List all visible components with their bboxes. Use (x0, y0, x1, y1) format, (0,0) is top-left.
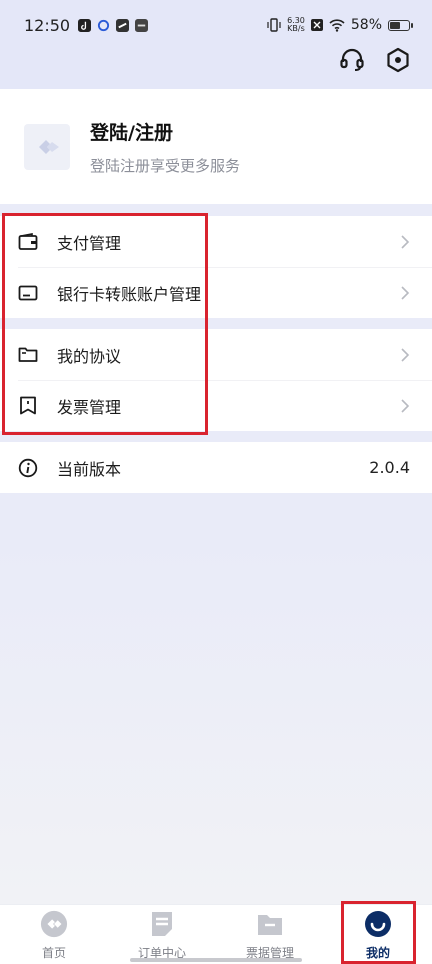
menu-item-label: 发票管理 (57, 397, 122, 417)
settings-hexagon-icon (387, 47, 409, 73)
app-notification-icon (98, 19, 110, 31)
menu-item-invoice-management[interactable]: 发票管理 (0, 380, 432, 431)
no-sim-icon (310, 19, 323, 31)
avatar (24, 123, 70, 170)
tab-ticket-management[interactable]: 票据管理 (216, 905, 324, 964)
tab-mine[interactable]: 我的 (324, 905, 432, 964)
headset-icon (340, 48, 364, 71)
ticket-folder-icon (256, 910, 284, 938)
customer-service-button[interactable] (336, 44, 368, 76)
network-speed-unit: KB/s (287, 24, 305, 33)
menu-item-label: 我的协议 (57, 346, 122, 366)
card-icon (18, 283, 38, 303)
current-version-label: 当前版本 (57, 459, 122, 479)
wifi-icon (329, 18, 345, 32)
bookmark-icon (18, 396, 38, 416)
network-speed: 6.30 KB/s (287, 17, 305, 33)
status-bar: 12:50 6.30 KB/s 58% (0, 0, 432, 50)
folder-icon (18, 345, 38, 365)
order-icon (148, 910, 176, 938)
battery-icon (388, 19, 413, 31)
tab-label: 首页 (41, 946, 66, 960)
bottom-tab-bar: 首页 订单中心 票据管理 我的 (0, 904, 432, 964)
login-register-card[interactable]: 登陆/注册 登陆注册享受更多服务 (0, 89, 432, 204)
tiktok-icon (78, 18, 92, 32)
menu-group-payment: 支付管理 银行卡转账账户管理 (0, 216, 432, 318)
menu-group-version: 当前版本 2.0.4 (0, 442, 432, 493)
info-icon (18, 458, 38, 478)
status-time: 12:50 (24, 15, 71, 35)
vibrate-icon (267, 18, 281, 32)
wallet-icon (18, 232, 38, 252)
menu-group-documents: 我的协议 发票管理 (0, 329, 432, 431)
app-logo-icon (39, 139, 59, 154)
menu-item-payment-management[interactable]: 支付管理 (0, 216, 432, 267)
menu-item-label: 银行卡转账账户管理 (57, 284, 202, 304)
chevron-right-icon (401, 285, 410, 300)
menu-item-my-agreements[interactable]: 我的协议 (0, 329, 432, 380)
profile-smile-icon (364, 910, 392, 938)
chevron-right-icon (401, 234, 410, 249)
menu-item-label: 支付管理 (57, 233, 122, 253)
chevron-right-icon (401, 398, 410, 413)
login-register-title: 登陆/注册 (90, 121, 173, 144)
current-version-row: 当前版本 2.0.4 (0, 442, 432, 493)
tab-label: 我的 (365, 946, 390, 960)
settings-button[interactable] (382, 44, 414, 76)
top-header: 12:50 6.30 KB/s 58% (0, 0, 432, 89)
home-indicator[interactable] (130, 958, 302, 962)
menu-item-bank-card-transfer-account[interactable]: 银行卡转账账户管理 (0, 267, 432, 318)
app-badge-icon (135, 18, 149, 32)
chevron-right-icon (401, 347, 410, 362)
link-notification-icon (116, 18, 130, 32)
login-register-subtitle: 登陆注册享受更多服务 (90, 156, 241, 175)
tab-home[interactable]: 首页 (0, 905, 108, 964)
battery-percent: 58% (350, 17, 382, 33)
tab-order-center[interactable]: 订单中心 (108, 905, 216, 964)
current-version-value: 2.0.4 (369, 458, 410, 477)
home-logo-icon (40, 910, 68, 938)
